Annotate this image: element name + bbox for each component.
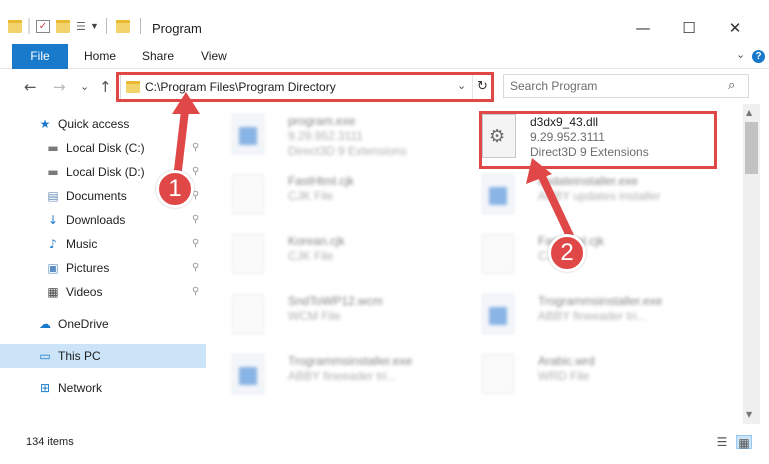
callout-2: 2	[548, 234, 586, 272]
annotation-arrows	[172, 92, 574, 240]
callout-1: 1	[156, 170, 194, 208]
arrow-2-shaft	[534, 164, 574, 240]
arrow-1-head	[172, 92, 200, 114]
